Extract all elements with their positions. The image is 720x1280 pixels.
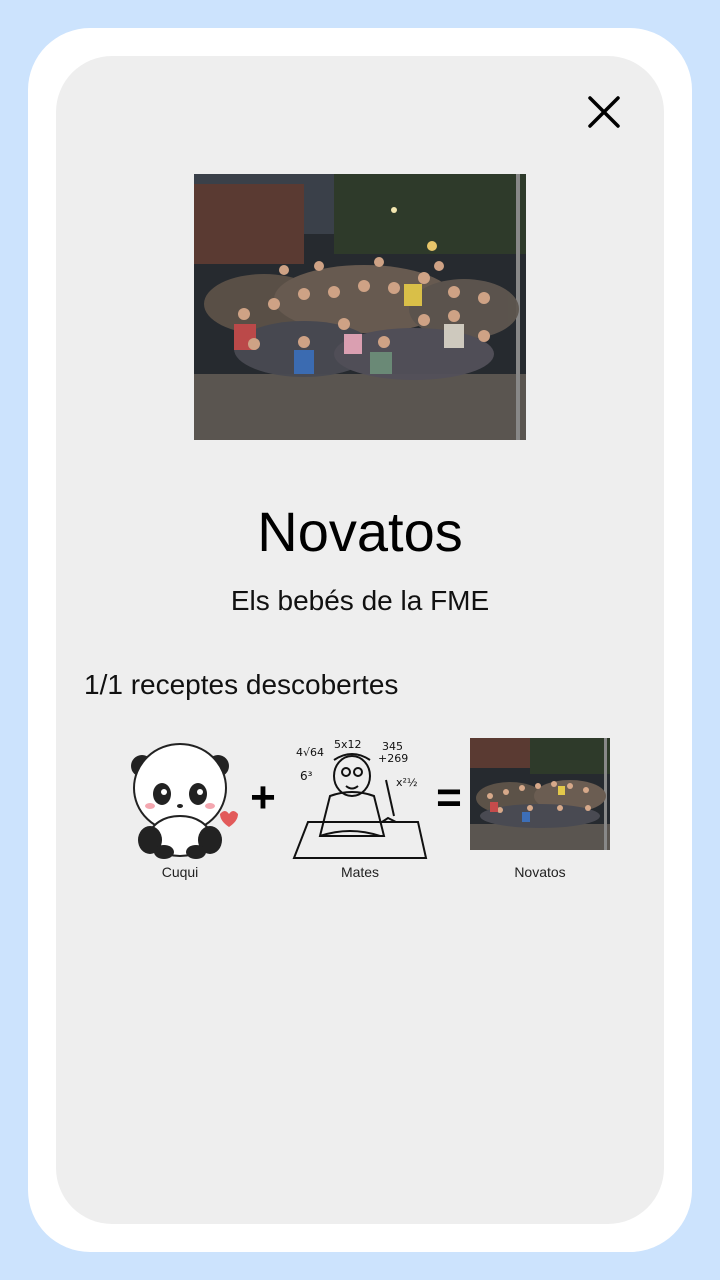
svg-text:5x12: 5x12 (334, 738, 362, 751)
group-subtitle: Els bebés de la FME (230, 585, 490, 616)
recipe-label: Mates (340, 864, 380, 880)
close-icon (588, 96, 620, 128)
svg-text:6³: 6³ (300, 769, 313, 783)
close-button[interactable] (584, 92, 624, 132)
svg-text:+269: +269 (378, 752, 408, 765)
recipe-result-novatos[interactable]: Novatos (450, 730, 630, 890)
discovered-recipes-count: 1/1 receptes descobertes (84, 669, 399, 700)
svg-text:x²½: x²½ (396, 776, 418, 789)
group-title: Novatos (257, 500, 463, 563)
recipe-label: Cuqui (161, 864, 199, 880)
svg-text:4√64: 4√64 (296, 746, 324, 759)
group-photo (194, 174, 526, 440)
group-photo-icon (470, 738, 610, 850)
recipe-label: Novatos (514, 864, 566, 880)
math-student-icon: 4√64 5x12 345 +269 6³ x²½ (290, 736, 430, 860)
panda-icon (110, 736, 250, 860)
recipe-ingredient-mates[interactable]: 4√64 5x12 345 +269 6³ x²½ Mates (270, 730, 450, 890)
